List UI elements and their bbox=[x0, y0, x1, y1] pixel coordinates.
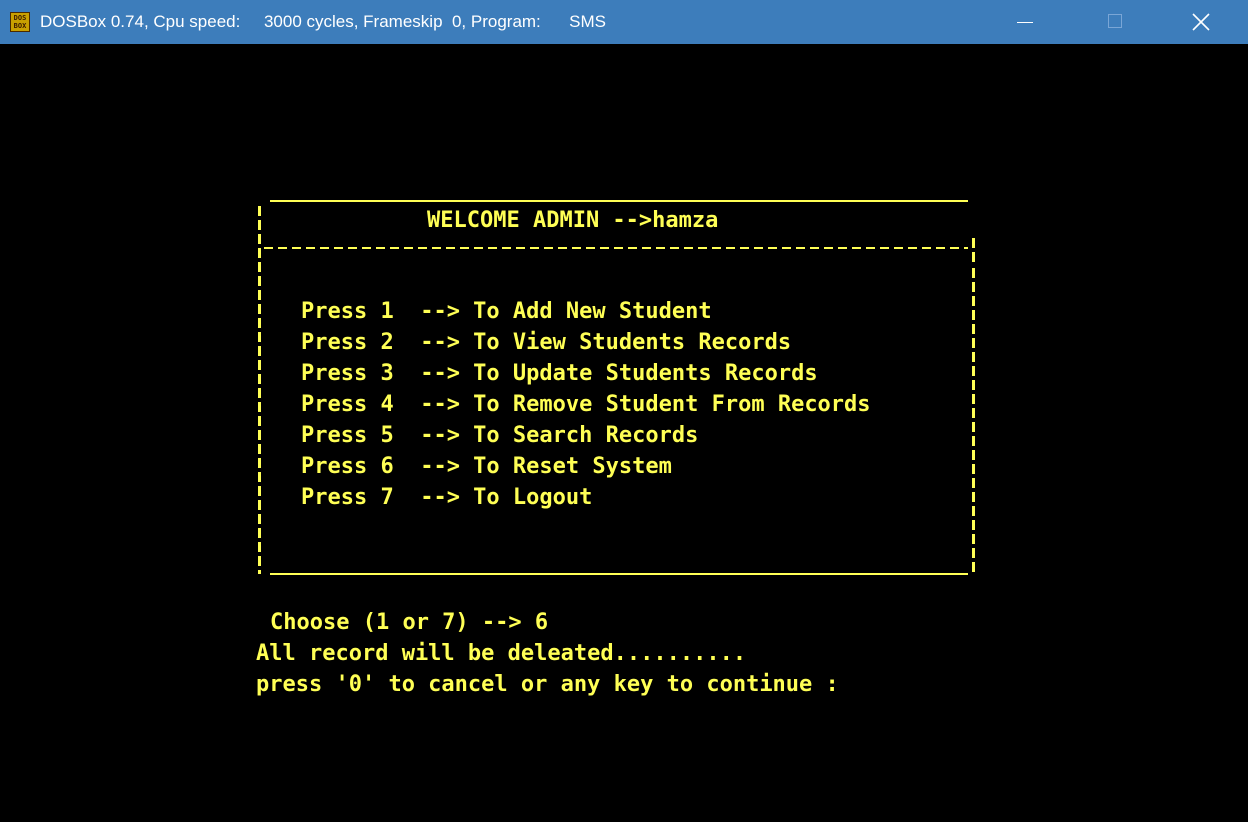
menu-box-divider bbox=[264, 247, 968, 249]
menu-box-left-border bbox=[258, 206, 261, 574]
window-title: DOSBox 0.74, Cpu speed: 3000 cycles, Fra… bbox=[40, 12, 606, 31]
menu-option-1: Press 1 --> To Add New Student bbox=[301, 299, 712, 324]
minimize-button[interactable] bbox=[996, 0, 1056, 44]
menu-heading: WELCOME ADMIN -->hamza bbox=[427, 208, 719, 233]
title-bar[interactable]: DOS BOX DOSBox 0.74, Cpu speed: 3000 cycl… bbox=[0, 0, 1248, 44]
menu-box-right-border-upper bbox=[972, 238, 975, 264]
menu-option-6: Press 6 --> To Reset System bbox=[301, 454, 672, 479]
choice-line: Choose (1 or 7) --> 6 bbox=[270, 610, 549, 635]
menu-option-2: Press 2 --> To View Students Records bbox=[301, 330, 792, 355]
menu-box-bottom-border bbox=[270, 573, 968, 575]
menu-option-5: Press 5 --> To Search Records bbox=[301, 423, 699, 448]
dosbox-app-icon[interactable]: DOS BOX bbox=[10, 12, 30, 32]
close-button[interactable] bbox=[1172, 0, 1232, 44]
dosbox-window: DOS BOX DOSBox 0.74, Cpu speed: 3000 cycl… bbox=[0, 0, 1248, 822]
menu-option-7: Press 7 --> To Logout bbox=[301, 485, 593, 510]
maximize-icon bbox=[1108, 14, 1122, 28]
prompt-line: press '0' to cancel or any key to contin… bbox=[256, 672, 839, 697]
warning-line: All record will be deleated.......... bbox=[256, 641, 747, 666]
maximize-button[interactable] bbox=[1086, 0, 1146, 44]
close-icon bbox=[1192, 13, 1210, 31]
menu-box-right-border bbox=[972, 268, 975, 574]
minimize-icon bbox=[1017, 22, 1033, 23]
menu-option-4: Press 4 --> To Remove Student From Recor… bbox=[301, 392, 871, 417]
menu-box-top-border bbox=[270, 200, 968, 202]
menu-option-3: Press 3 --> To Update Students Records bbox=[301, 361, 818, 386]
dos-screen[interactable]: WELCOME ADMIN -->hamza Press 1 --> To Ad… bbox=[0, 44, 1248, 822]
